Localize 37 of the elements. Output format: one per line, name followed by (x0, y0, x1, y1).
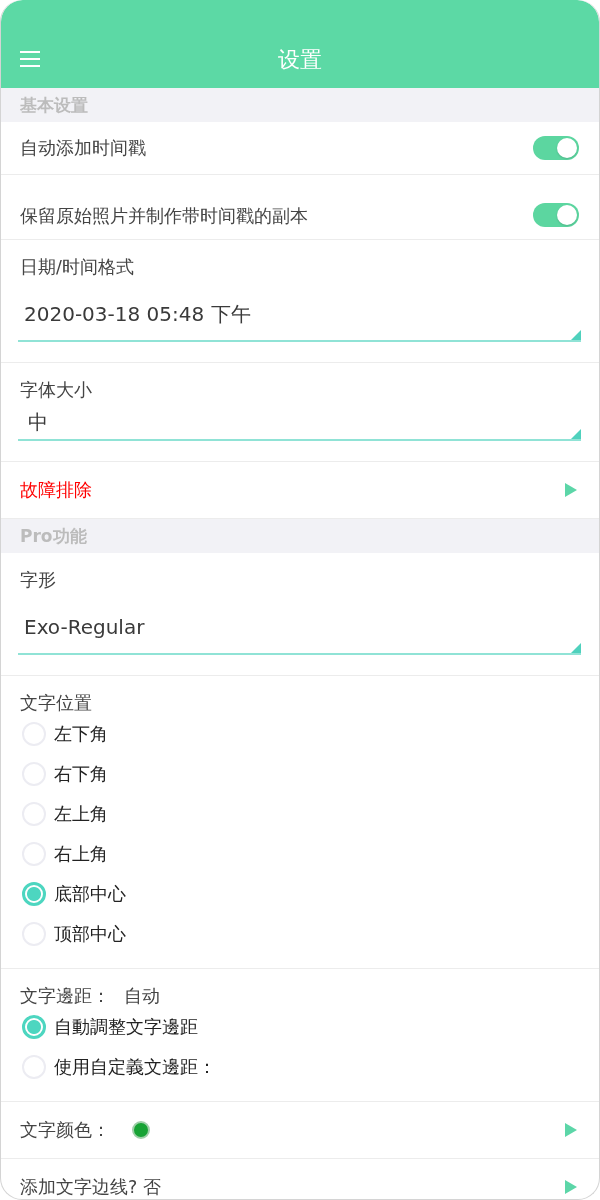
option-label[interactable]: 底部中心 (54, 882, 126, 906)
corner-triangle-icon (571, 330, 581, 340)
option-label[interactable]: 右上角 (54, 842, 108, 866)
setting-label: 文字颜色： (20, 1119, 110, 1141)
triangle-arrow-icon[interactable] (565, 483, 577, 497)
setting-label: 字形 (19, 569, 57, 591)
option-label[interactable]: 顶部中心 (54, 922, 126, 946)
triangle-arrow-icon[interactable] (565, 1123, 577, 1137)
menu-icon[interactable] (20, 51, 40, 67)
section-title: 基本设置 (20, 94, 88, 116)
corner-triangle-icon (571, 429, 581, 439)
toggle-switch[interactable] (533, 136, 579, 160)
dropdown-field[interactable]: Exo-Regular (18, 591, 581, 655)
toggle-switch[interactable] (533, 203, 579, 227)
dropdown-field[interactable]: 中 (18, 401, 581, 441)
screen-title: 设置 (278, 46, 322, 74)
setting-link[interactable]: 添加文字边线? 否 (20, 1176, 161, 1198)
option-label[interactable]: 自動調整文字邊距 (54, 1015, 198, 1039)
radio-button[interactable] (22, 882, 46, 906)
option-label[interactable]: 右下角 (54, 762, 108, 786)
option-label[interactable]: 左下角 (54, 722, 108, 746)
triangle-arrow-icon[interactable] (565, 1180, 577, 1194)
setting-label: 字体大小 (19, 379, 93, 401)
setting-label: 文字邊距： (20, 985, 110, 1007)
color-swatch-icon[interactable] (132, 1121, 150, 1139)
option-label[interactable]: 左上角 (54, 802, 108, 826)
setting-label: 保留原始照片并制作带时间戳的副本 (20, 205, 308, 227)
corner-triangle-icon (571, 643, 581, 653)
option-label[interactable]: 使用自定義文邊距： (54, 1055, 216, 1079)
section-title: Pro功能 (20, 525, 87, 547)
setting-label: 日期/时间格式 (19, 256, 135, 278)
setting-value: 自动 (124, 985, 160, 1007)
setting-label: 自动添加时间戳 (20, 137, 146, 159)
setting-label: 文字位置 (20, 692, 92, 714)
setting-link[interactable]: 故障排除 (20, 479, 92, 501)
radio-button[interactable] (22, 1015, 46, 1039)
dropdown-field[interactable]: 2020-03-18 05:48 下午 (18, 278, 581, 342)
